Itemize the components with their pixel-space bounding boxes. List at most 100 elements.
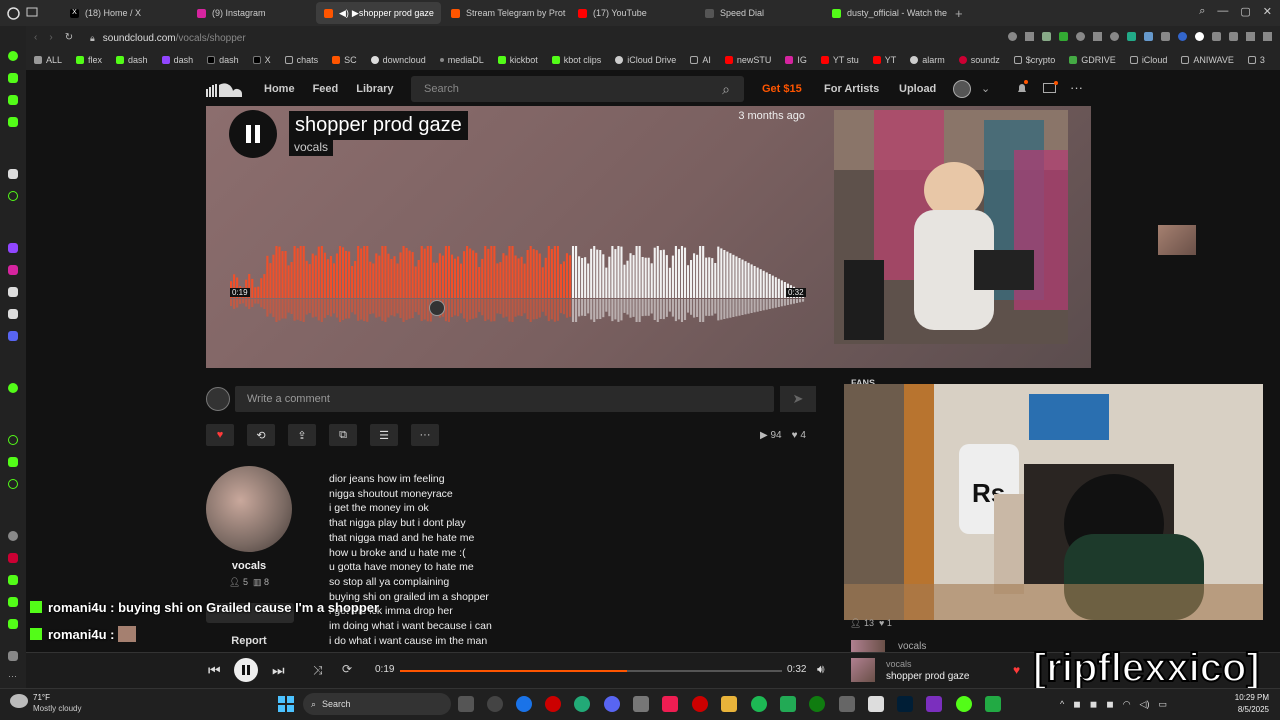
- taskbar-app-icon[interactable]: [839, 696, 855, 712]
- extension-icon[interactable]: [1178, 32, 1187, 41]
- upload-link[interactable]: Upload: [899, 83, 936, 95]
- nav-feed[interactable]: Feed: [313, 83, 339, 95]
- bookmark-item[interactable]: dash: [161, 55, 193, 65]
- report-button[interactable]: Report: [206, 635, 292, 647]
- bookmark-item[interactable]: newSTU: [724, 55, 771, 65]
- sidebar-kick-icon[interactable]: [8, 619, 18, 629]
- sidebar-gx-icon[interactable]: [8, 651, 18, 661]
- bookmark-item[interactable]: ANIWAVE: [1181, 55, 1234, 65]
- tray-app-icon[interactable]: ◼: [1106, 699, 1113, 710]
- bookmark-item[interactable]: YT: [872, 55, 896, 65]
- extension-icon[interactable]: [1195, 32, 1204, 41]
- url-field[interactable]: 🔒︎ soundcloud.com/vocals/shopper: [90, 28, 970, 48]
- weather-icon[interactable]: [10, 694, 28, 708]
- for-artists-link[interactable]: For Artists: [824, 83, 879, 95]
- volume-icon[interactable]: ◁): [1140, 699, 1150, 710]
- tab-speed-dial[interactable]: Speed Dial: [697, 2, 822, 24]
- tab-youtube[interactable]: (17) YouTube: [570, 2, 695, 24]
- taskbar-app-icon[interactable]: [545, 696, 561, 712]
- repeat-button[interactable]: ⟳: [342, 662, 352, 676]
- wifi-icon[interactable]: ◠: [1123, 699, 1131, 710]
- more-button[interactable]: ···: [411, 424, 439, 446]
- shield-icon[interactable]: [1059, 32, 1068, 41]
- bookmark-item[interactable]: downcloud: [370, 55, 426, 65]
- spotify-icon[interactable]: [751, 696, 767, 712]
- bookmark-item[interactable]: ALL: [34, 55, 62, 65]
- more-icon[interactable]: ···: [1070, 80, 1083, 95]
- bookmark-item[interactable]: SC: [332, 55, 357, 65]
- nav-home[interactable]: Home: [264, 83, 295, 95]
- task-view-icon[interactable]: [458, 696, 474, 712]
- tray-chevron-icon[interactable]: ^: [1060, 699, 1064, 710]
- bookmark-item[interactable]: X: [252, 55, 271, 65]
- tray-app-icon[interactable]: ◼: [1073, 699, 1080, 710]
- bookmark-item[interactable]: IG: [785, 55, 807, 65]
- bookmark-item[interactable]: mediaDL: [439, 55, 484, 65]
- taskbar-app-icon[interactable]: [926, 696, 942, 712]
- bookmark-item[interactable]: chats: [284, 55, 318, 65]
- taskbar-app-icon[interactable]: [633, 696, 649, 712]
- tab-soundcloud-telegram[interactable]: Stream Telegram by Prot: [443, 2, 568, 24]
- sidebar-x-icon[interactable]: [8, 309, 18, 319]
- bookmark-item[interactable]: iCloud Drive: [615, 55, 676, 65]
- sidebar-app-icon[interactable]: [8, 73, 18, 83]
- search-icon[interactable]: ⌕: [1199, 5, 1205, 18]
- back-icon[interactable]: ‹: [34, 32, 37, 43]
- bookmark-item[interactable]: soundz: [958, 55, 1000, 65]
- volume-button[interactable]: 🔊︎: [817, 662, 825, 677]
- tray-app-icon[interactable]: ◼: [1090, 699, 1097, 710]
- tab-instagram[interactable]: (9) Instagram: [189, 2, 314, 24]
- share-button[interactable]: ⇪: [288, 424, 316, 446]
- pause-button[interactable]: [229, 110, 277, 158]
- taskbar-app-icon[interactable]: [487, 696, 503, 712]
- copy-link-button[interactable]: ⧉: [329, 424, 357, 446]
- sidebar-app-icon[interactable]: [8, 531, 18, 541]
- nav-library[interactable]: Library: [356, 83, 393, 95]
- sidebar-app-icon[interactable]: [8, 553, 18, 563]
- sidebar-app-icon[interactable]: [8, 95, 18, 105]
- sidebar-clock-icon[interactable]: [8, 435, 18, 445]
- menu-icon[interactable]: [1263, 32, 1272, 41]
- taskbar-search[interactable]: ⌕ Search: [303, 693, 451, 715]
- bookmark-item[interactable]: 3: [1247, 55, 1265, 65]
- opera-icon[interactable]: [692, 696, 708, 712]
- sidebar-tiktok-icon[interactable]: [8, 287, 18, 297]
- taskbar-app-icon[interactable]: [868, 696, 884, 712]
- restore-icon[interactable]: ▢: [1240, 5, 1250, 18]
- now-playing-artist[interactable]: vocals: [886, 659, 912, 669]
- xbox-icon[interactable]: [809, 696, 825, 712]
- previous-button[interactable]: ⏮︎: [208, 662, 221, 679]
- tab-overview-icon[interactable]: [26, 4, 52, 22]
- bookmark-icon[interactable]: [1025, 32, 1034, 41]
- bookmark-item[interactable]: YT stu: [820, 55, 859, 65]
- now-playing-artwork[interactable]: [851, 658, 875, 682]
- heart-icon[interactable]: [1110, 32, 1119, 41]
- track-artist[interactable]: vocals: [289, 138, 334, 156]
- extension-icon[interactable]: [1042, 32, 1051, 41]
- reload-icon[interactable]: ↻: [65, 32, 73, 43]
- avatar[interactable]: [953, 80, 971, 98]
- puzzle-icon[interactable]: [1212, 32, 1221, 41]
- sidebar-twitch-icon[interactable]: [8, 243, 18, 253]
- sidebar-kick-icon[interactable]: [8, 575, 18, 585]
- waveform[interactable]: [230, 246, 805, 322]
- sidebar-more-icon[interactable]: ···: [8, 671, 18, 681]
- now-playing-title[interactable]: shopper prod gaze: [886, 671, 969, 682]
- tab-kick-dusty[interactable]: dusty_official - Watch the: [824, 2, 949, 24]
- extension-icon[interactable]: [1076, 32, 1085, 41]
- sidebar-instagram-icon[interactable]: [8, 265, 18, 275]
- bookmark-item[interactable]: AI: [690, 55, 711, 65]
- bookmark-item[interactable]: dash: [207, 55, 239, 65]
- next-button[interactable]: ⏭︎: [272, 662, 285, 679]
- bookmark-item[interactable]: kbot clips: [551, 55, 601, 65]
- copilot-icon[interactable]: [574, 696, 590, 712]
- bell-icon[interactable]: [1016, 80, 1028, 94]
- sidebar-kick-icon[interactable]: [8, 597, 18, 607]
- taskbar-app-icon[interactable]: [956, 696, 972, 712]
- minimize-icon[interactable]: —: [1217, 5, 1228, 18]
- taskbar-app-icon[interactable]: [985, 696, 1001, 712]
- play-icon[interactable]: [1093, 32, 1102, 41]
- add-to-playlist-button[interactable]: ☰: [370, 424, 398, 446]
- artist-name[interactable]: vocals: [206, 560, 292, 572]
- bookmark-item[interactable]: dash: [116, 55, 148, 65]
